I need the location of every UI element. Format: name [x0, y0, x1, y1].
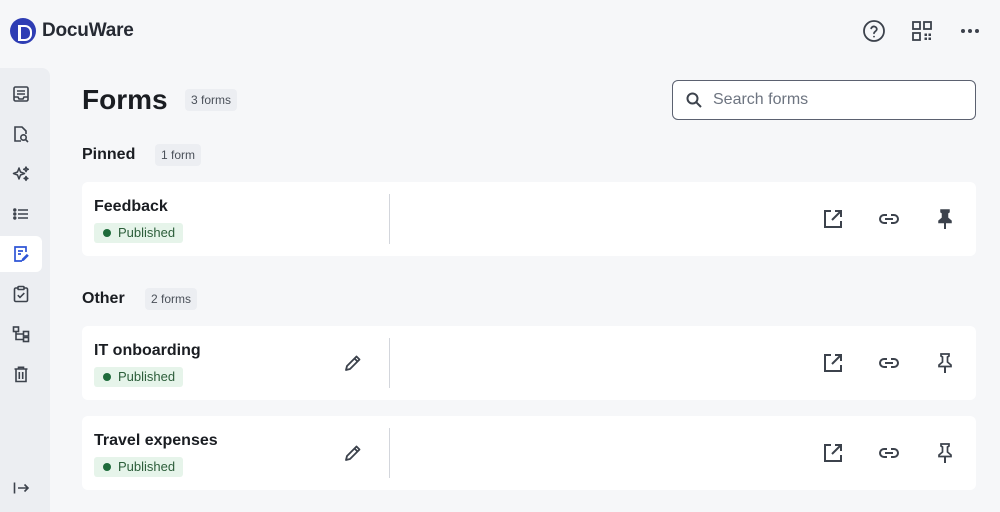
page-title: Forms — [82, 84, 168, 115]
link-icon — [879, 214, 899, 224]
search-input[interactable] — [713, 91, 953, 109]
help-button[interactable] — [860, 17, 888, 45]
pin-filled-icon — [938, 209, 952, 229]
link-icon — [879, 358, 899, 368]
trash-icon — [14, 366, 28, 383]
pin-outline-icon — [938, 353, 952, 373]
pin-button[interactable] — [932, 440, 958, 466]
card-divider — [389, 338, 390, 388]
open-external-icon — [824, 354, 842, 372]
open-external-icon — [824, 444, 842, 462]
expand-rail-button[interactable] — [0, 470, 42, 506]
pencil-icon — [345, 445, 361, 461]
section-title-other: Other — [82, 290, 125, 307]
search-box[interactable] — [672, 80, 976, 120]
card-divider — [389, 194, 390, 244]
nav-approvals[interactable] — [0, 276, 42, 312]
more-options-button[interactable] — [956, 17, 984, 45]
docuware-logo-icon — [10, 18, 36, 44]
app-logo[interactable]: DocuWare — [10, 18, 134, 44]
status-badge-published: Published — [94, 223, 184, 243]
open-form-button[interactable] — [820, 350, 846, 376]
copy-link-button[interactable] — [876, 440, 902, 466]
form-edit-icon — [14, 246, 29, 262]
section-title-pinned: Pinned — [82, 146, 136, 163]
qr-code-icon — [912, 21, 932, 41]
status-badge-published: Published — [94, 367, 184, 387]
list-icon — [13, 208, 28, 220]
link-icon — [879, 448, 899, 458]
pin-outline-icon — [938, 443, 952, 463]
nav-forms[interactable] — [0, 236, 42, 272]
nav-trash[interactable] — [0, 356, 42, 392]
form-name[interactable]: IT onboarding — [94, 342, 201, 360]
open-form-button[interactable] — [820, 206, 846, 232]
nav-task-lists[interactable] — [0, 196, 42, 232]
copy-link-button[interactable] — [876, 350, 902, 376]
search-icon — [686, 92, 702, 108]
pinned-count-badge: 1 form — [155, 144, 202, 166]
status-badge-published: Published — [94, 457, 184, 477]
left-navigation-rail — [0, 68, 50, 512]
document-search-icon — [14, 126, 29, 143]
nav-intelligence[interactable] — [0, 156, 42, 192]
copy-link-button[interactable] — [876, 206, 902, 232]
sparkle-icon — [12, 166, 30, 182]
workflow-icon — [12, 326, 30, 343]
help-icon — [863, 20, 885, 42]
document-tray-icon — [13, 86, 29, 102]
top-bar: DocuWare — [0, 0, 1000, 64]
form-card-feedback[interactable]: Feedback Published — [82, 182, 976, 256]
form-card-travel-expenses[interactable]: Travel expenses Published — [82, 416, 976, 490]
nav-search[interactable] — [0, 116, 42, 152]
nav-document-trays[interactable] — [0, 76, 42, 112]
form-name[interactable]: Travel expenses — [94, 432, 218, 450]
edit-form-button[interactable] — [340, 350, 366, 376]
open-form-button[interactable] — [820, 440, 846, 466]
forms-count-badge: 3 forms — [185, 89, 238, 111]
nav-workflows[interactable] — [0, 316, 42, 352]
clipboard-check-icon — [13, 285, 29, 303]
more-icon — [961, 29, 979, 33]
form-card-it-onboarding[interactable]: IT onboarding Published — [82, 326, 976, 400]
open-external-icon — [824, 210, 842, 228]
expand-rail-icon — [13, 482, 30, 494]
pin-button[interactable] — [932, 350, 958, 376]
unpin-button[interactable] — [932, 206, 958, 232]
app-name: DocuWare — [42, 20, 134, 41]
other-count-badge: 2 forms — [145, 288, 198, 310]
pencil-icon — [345, 355, 361, 371]
edit-form-button[interactable] — [340, 440, 366, 466]
form-name[interactable]: Feedback — [94, 198, 168, 216]
qr-code-button[interactable] — [908, 17, 936, 45]
card-divider — [389, 428, 390, 478]
